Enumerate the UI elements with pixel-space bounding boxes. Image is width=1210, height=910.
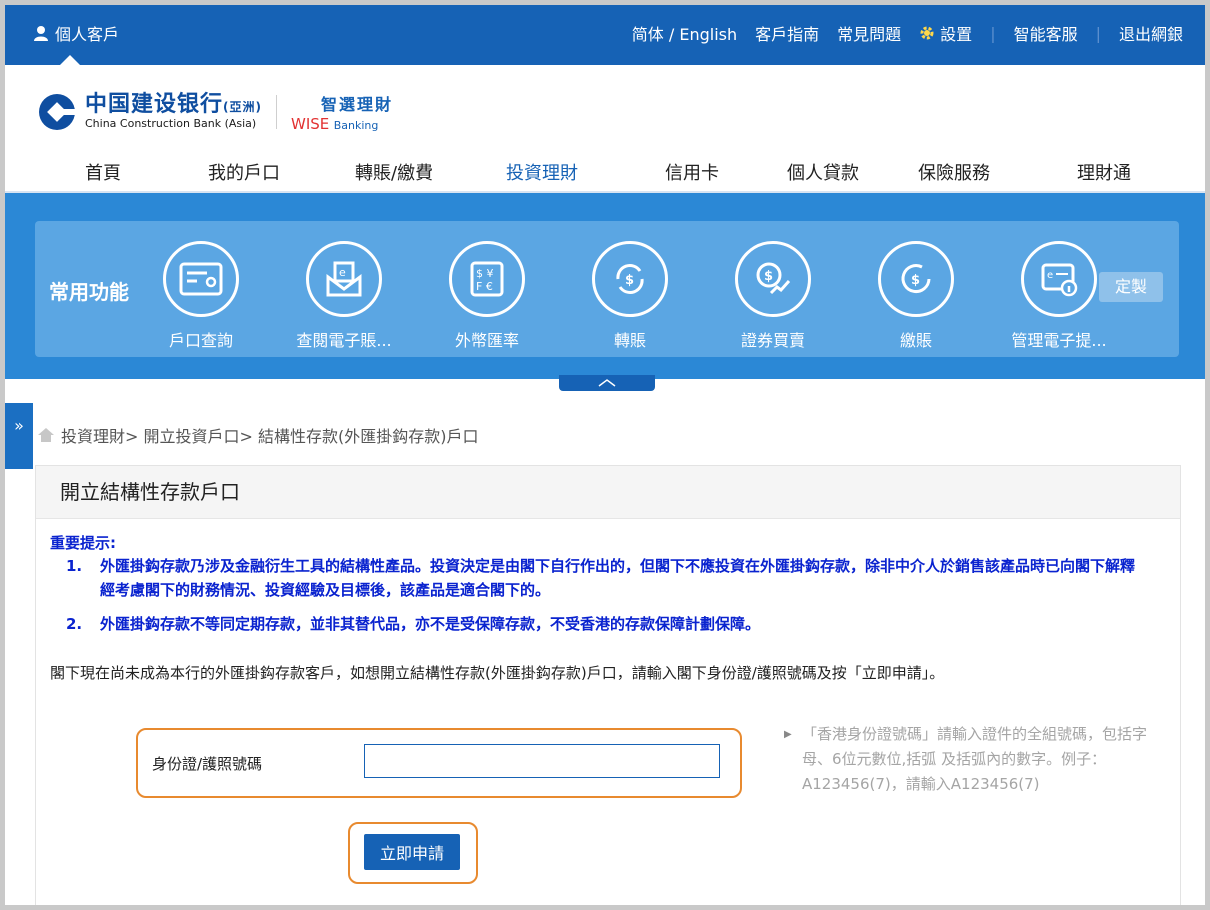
quick-label: 繳賬: [899, 331, 932, 350]
language-link[interactable]: 简体 / English: [632, 21, 737, 45]
svg-text:F €: F €: [476, 280, 493, 293]
notice-text: 外匯掛鈎存款不等同定期存款，並非其替代品，亦不是受保障存款，不受香港的存款保障計…: [100, 615, 761, 633]
notice-item: 2. 外匯掛鈎存款不等同定期存款，並非其替代品，亦不是受保障存款，不受香港的存款…: [66, 612, 1136, 636]
notice-text: 外匯掛鈎存款乃涉及金融衍生工具的結構性產品。投資決定是由閣下自行作出的，但閣下不…: [100, 557, 1136, 599]
transfer-icon: $: [592, 241, 668, 317]
quick-transfer[interactable]: $ 轉賬: [560, 241, 700, 351]
id-number-label: 身份證/護照號碼: [152, 755, 263, 773]
quick-bill-payment[interactable]: $ 繳賬: [846, 241, 986, 351]
top-links: 简体 / English 客戶指南 常見問題 設置 | 智能客服 | 退出網銀: [614, 21, 1183, 45]
svg-text:e: e: [1047, 270, 1053, 281]
user-icon: [34, 26, 48, 41]
bill-payment-icon: $: [878, 241, 954, 317]
personal-customer-tab[interactable]: 個人客戶: [33, 21, 119, 45]
nav-investment[interactable]: 投資理財: [506, 159, 578, 185]
svg-text:$: $: [764, 269, 773, 284]
wise-cn: 智選理財: [321, 95, 394, 114]
quick-label: 查閱電子賬...: [296, 331, 392, 350]
quick-functions-panel: 常用功能 戶口查詢 e 查閱電子賬... $ ¥ F € 外幣匯率 $ 轉賬 $…: [35, 221, 1179, 357]
settings-link[interactable]: 設置: [919, 21, 972, 45]
bank-name-en: China Construction Bank (Asia): [85, 117, 257, 130]
quick-fx-rate[interactable]: $ ¥ F € 外幣匯率: [417, 241, 557, 351]
open-account-card: 開立結構性存款戶口 重要提示: 1. 外匯掛鈎存款乃涉及金融衍生工具的結構性產品…: [35, 465, 1181, 905]
browser-frame: 個人客戶 简体 / English 客戶指南 常見問題 設置 | 智能客服 | …: [0, 0, 1210, 910]
nav-credit-card[interactable]: 信用卡: [665, 159, 719, 185]
securities-trading-icon: $: [735, 241, 811, 317]
home-icon[interactable]: [37, 427, 55, 443]
logout-link[interactable]: 退出網銀: [1119, 21, 1183, 45]
nav-home[interactable]: 首頁: [85, 159, 121, 185]
svg-text:e: e: [339, 266, 346, 279]
wise-en: WISE Banking: [291, 115, 379, 133]
apply-now-button[interactable]: 立即申請: [364, 834, 460, 870]
notice-item: 1. 外匯掛鈎存款乃涉及金融衍生工具的結構性產品。投資決定是由閣下自行作出的，但…: [66, 554, 1136, 602]
svg-text:$: $: [625, 273, 634, 288]
nav-insurance[interactable]: 保險服務: [918, 159, 990, 185]
important-notice-title: 重要提示:: [50, 534, 116, 552]
tab-caret: [60, 55, 80, 65]
divider: |: [1095, 23, 1101, 43]
wise-banking-logo: 智選理財 WISE Banking: [291, 91, 393, 133]
intro-text: 閣下現在尚未成為本行的外匯掛鈎存款客戶，如想開立結構性存款(外匯掛鈎存款)戶口，…: [50, 664, 945, 682]
quick-label: 轉賬: [613, 331, 646, 350]
e-notification-icon: e: [1021, 241, 1097, 317]
nav-wealth-connect[interactable]: 理財通: [1077, 159, 1131, 185]
quick-functions-title: 常用功能: [49, 280, 129, 304]
personal-customer-label: 個人客戶: [55, 25, 120, 44]
customer-guide-link[interactable]: 客戶指南: [755, 21, 819, 45]
gear-icon: [920, 26, 934, 40]
important-notice-list: 1. 外匯掛鈎存款乃涉及金融衍生工具的結構性產品。投資決定是由閣下自行作出的，但…: [66, 554, 1136, 646]
quick-label: 管理電子提...: [1011, 331, 1107, 350]
apply-button-highlight: 立即申請: [348, 822, 478, 884]
nav-personal-loan[interactable]: 個人貸款: [787, 159, 859, 185]
breadcrumb: 投資理財> 開立投資戶口> 結構性存款(外匯掛鈎存款)戶口: [37, 423, 478, 447]
settings-label: 設置: [940, 25, 973, 44]
top-bar: 個人客戶 简体 / English 客戶指南 常見問題 設置 | 智能客服 | …: [5, 5, 1205, 65]
account-card-icon: [163, 241, 239, 317]
quick-label: 戶口查詢: [168, 331, 233, 350]
ccb-logo-icon: [39, 94, 77, 130]
bank-logo[interactable]: 中国建设银行(亞洲) China Construction Bank (Asia…: [37, 91, 393, 133]
smart-service-link[interactable]: 智能客服: [1014, 21, 1078, 45]
double-chevron-right-icon: »: [14, 416, 24, 435]
nav-transfer-payment[interactable]: 轉賬/繳費: [355, 159, 433, 185]
logo-divider: [276, 95, 277, 129]
quick-functions-banner: 常用功能 戶口查詢 e 查閱電子賬... $ ¥ F € 外幣匯率 $ 轉賬 $…: [5, 193, 1205, 379]
customize-button[interactable]: 定製: [1099, 272, 1163, 302]
id-input-highlight: 身份證/護照號碼: [136, 728, 742, 798]
quick-label: 外幣匯率: [454, 331, 519, 350]
sidebar-expand-toggle[interactable]: »: [5, 403, 33, 469]
hint-text: 「香港身份證號碼」請輸入證件的全組號碼，包括字母、6位元數位,括弧 及括弧內的數…: [802, 725, 1148, 793]
notice-index: 2.: [66, 615, 83, 633]
notice-index: 1.: [66, 557, 83, 575]
nav-my-account[interactable]: 我的戶口: [208, 159, 280, 185]
quick-account-inquiry[interactable]: 戶口查詢: [131, 241, 271, 351]
e-statement-icon: e: [306, 241, 382, 317]
id-format-hint: ▶ 「香港身份證號碼」請輸入證件的全組號碼，包括字母、6位元數位,括弧 及括弧內…: [784, 722, 1154, 797]
breadcrumb-path[interactable]: 投資理財> 開立投資戶口> 結構性存款(外匯掛鈎存款)戶口: [61, 423, 478, 447]
main-nav: 首頁 我的戶口 轉賬/繳費 投資理財 信用卡 個人貸款 保險服務 理財通: [5, 155, 1205, 193]
quick-e-statement[interactable]: e 查閱電子賬...: [274, 241, 414, 351]
currency-exchange-icon: $ ¥ F €: [449, 241, 525, 317]
quick-label: 證券買賣: [740, 331, 805, 350]
chevron-up-icon: [598, 379, 616, 387]
svg-text:$ ¥: $ ¥: [476, 267, 494, 280]
id-number-input[interactable]: [364, 744, 720, 778]
triangle-right-icon: ▶: [784, 729, 792, 740]
svg-text:$: $: [911, 273, 920, 288]
bank-name-cn: 中国建设银行(亞洲): [85, 92, 262, 117]
divider: |: [990, 23, 996, 43]
collapse-banner-button[interactable]: [559, 375, 655, 391]
page-title: 開立結構性存款戶口: [36, 466, 1180, 519]
quick-securities[interactable]: $ 證券買賣: [703, 241, 843, 351]
faq-link[interactable]: 常見問題: [837, 21, 901, 45]
